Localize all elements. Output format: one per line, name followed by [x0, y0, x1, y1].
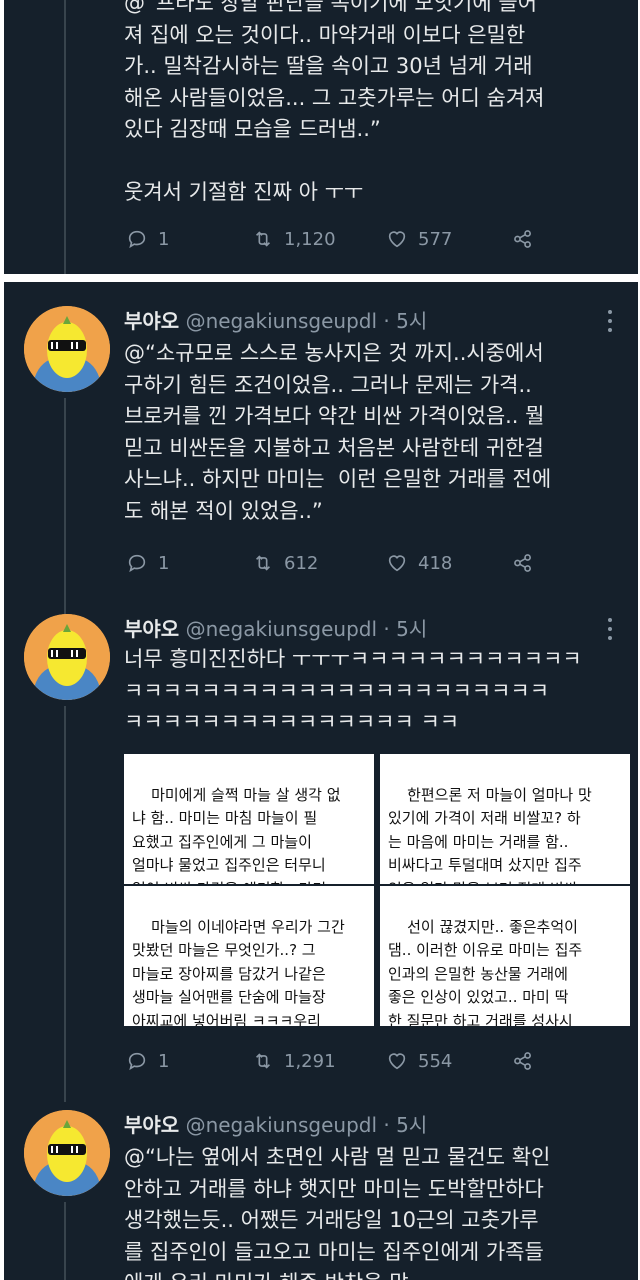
reply-icon — [128, 554, 146, 573]
reply-icon — [128, 1052, 146, 1071]
tweet-header: 부야오 @negakiunsgeupdl · 5시 — [124, 306, 427, 336]
attached-image-bottom-left[interactable]: 마늘의 이네야라면 우리가 그간 맛봤던 마늘은 무엇인가..? 그 마늘로 장… — [124, 886, 374, 1026]
avatar[interactable] — [24, 1110, 110, 1196]
display-name[interactable]: 부야오 — [124, 617, 179, 641]
reply-button[interactable]: 1 — [126, 1048, 169, 1074]
retweet-count: 1,291 — [284, 1050, 336, 1072]
share-button[interactable] — [512, 1048, 534, 1074]
like-count: 577 — [418, 228, 453, 250]
reply-count: 1 — [158, 1050, 170, 1072]
retweet-button[interactable]: 1,291 — [252, 1048, 336, 1074]
lemon-avatar-icon — [24, 614, 110, 700]
retweet-icon — [255, 231, 271, 247]
attached-image-top-right[interactable]: 한편으론 저 마늘이 얼마나 맛 있기에 가격이 저래 비쌀꼬? 하 는 마음에… — [380, 754, 630, 884]
retweet-button[interactable]: 1,120 — [252, 226, 336, 252]
like-button[interactable]: 554 — [386, 1048, 452, 1074]
tweet-header: 부야오 @negakiunsgeupdl · 5시 — [124, 1110, 427, 1140]
reply-icon — [128, 230, 146, 249]
thread-line — [64, 0, 66, 274]
retweet-icon — [255, 555, 271, 571]
like-button[interactable]: 577 — [386, 226, 452, 252]
share-icon — [514, 1052, 531, 1070]
reply-button[interactable]: 1 — [126, 226, 169, 252]
display-name[interactable]: 부야오 — [124, 1113, 179, 1137]
tweet-card-previous: @“프라도 장발 판단을 속이기에 모잇기에 들어 져 집에 오는 것이다.. … — [4, 0, 638, 274]
like-count: 554 — [418, 1050, 453, 1072]
heart-icon — [388, 231, 406, 248]
reply-count: 1 — [158, 228, 170, 250]
more-options-icon[interactable] — [608, 310, 614, 332]
share-icon — [514, 554, 531, 572]
share-button[interactable] — [512, 550, 534, 576]
thread-line — [64, 1202, 66, 1280]
image-text: 한편으론 저 마늘이 얼마나 맛 있기에 가격이 저래 비쌀꼬? 하 는 마음에… — [388, 785, 592, 885]
retweet-count: 1,120 — [284, 228, 336, 250]
avatar[interactable] — [24, 614, 110, 700]
reply-count: 1 — [158, 552, 170, 574]
thread-line — [64, 398, 66, 618]
display-name[interactable]: 부야오 — [124, 309, 179, 333]
thread-line — [64, 706, 66, 1102]
retweet-icon — [255, 1053, 271, 1069]
image-text: 마늘의 이네야라면 우리가 그간 맛봤던 마늘은 무엇인가..? 그 마늘로 장… — [132, 917, 345, 1027]
tweet-card-thread: 부야오 @negakiunsgeupdl · 5시 @“소규모로 스스로 농사지… — [4, 282, 638, 1280]
more-options-icon[interactable] — [608, 618, 614, 640]
lemon-avatar-icon — [24, 1110, 110, 1196]
handle-and-time[interactable]: @negakiunsgeupdl · 5시 — [186, 1113, 428, 1137]
tweet-text: @“프라도 장발 판단을 속이기에 모잇기에 들어 져 집에 오는 것이다.. … — [124, 0, 545, 204]
reply-button[interactable]: 1 — [126, 550, 169, 576]
share-button[interactable] — [512, 226, 534, 252]
like-button[interactable]: 418 — [386, 550, 452, 576]
attached-image-bottom-right[interactable]: 선이 끊겼지만.. 좋은추억이 댐.. 이러한 이유로 마미는 집주 인과의 은… — [380, 886, 630, 1026]
like-count: 418 — [418, 552, 453, 574]
image-text: 마미에게 슬쩍 마늘 살 생각 없 냐 함.. 마미는 마침 마늘이 필 요했고… — [132, 785, 341, 885]
handle-and-time[interactable]: @negakiunsgeupdl · 5시 — [186, 617, 428, 641]
retweet-button[interactable]: 612 — [252, 550, 318, 576]
share-icon — [514, 230, 531, 248]
tweet-text: @“나는 옆에서 초면인 사람 멀 믿고 물건도 확인 안하고 거래를 하냐 햇… — [124, 1145, 551, 1280]
retweet-count: 612 — [284, 552, 319, 574]
tweet-header: 부야오 @negakiunsgeupdl · 5시 — [124, 614, 427, 644]
image-text: 선이 끊겼지만.. 좋은추억이 댐.. 이러한 이유로 마미는 집주 인과의 은… — [388, 917, 583, 1027]
lemon-avatar-icon — [24, 306, 110, 392]
attached-image-top-left[interactable]: 마미에게 슬쩍 마늘 살 생각 없 냐 함.. 마미는 마침 마늘이 필 요했고… — [124, 754, 374, 884]
heart-icon — [388, 555, 406, 572]
tweet-text: 너무 흥미진진하다 ㅜㅜㅜㅋㅋㅋㅋㅋㅋㅋㅋㅋㅋㅋㅋ ㅋㅋㅋㅋㅋㅋㅋㅋㅋㅋㅋㅋㅋㅋ… — [124, 647, 582, 734]
handle-and-time[interactable]: @negakiunsgeupdl · 5시 — [186, 309, 428, 333]
heart-icon — [388, 1053, 406, 1070]
avatar[interactable] — [24, 306, 110, 392]
tweet-text: @“소규모로 스스로 농사지은 것 까지..시중에서 구하기 힘든 조건이었음.… — [124, 341, 552, 523]
